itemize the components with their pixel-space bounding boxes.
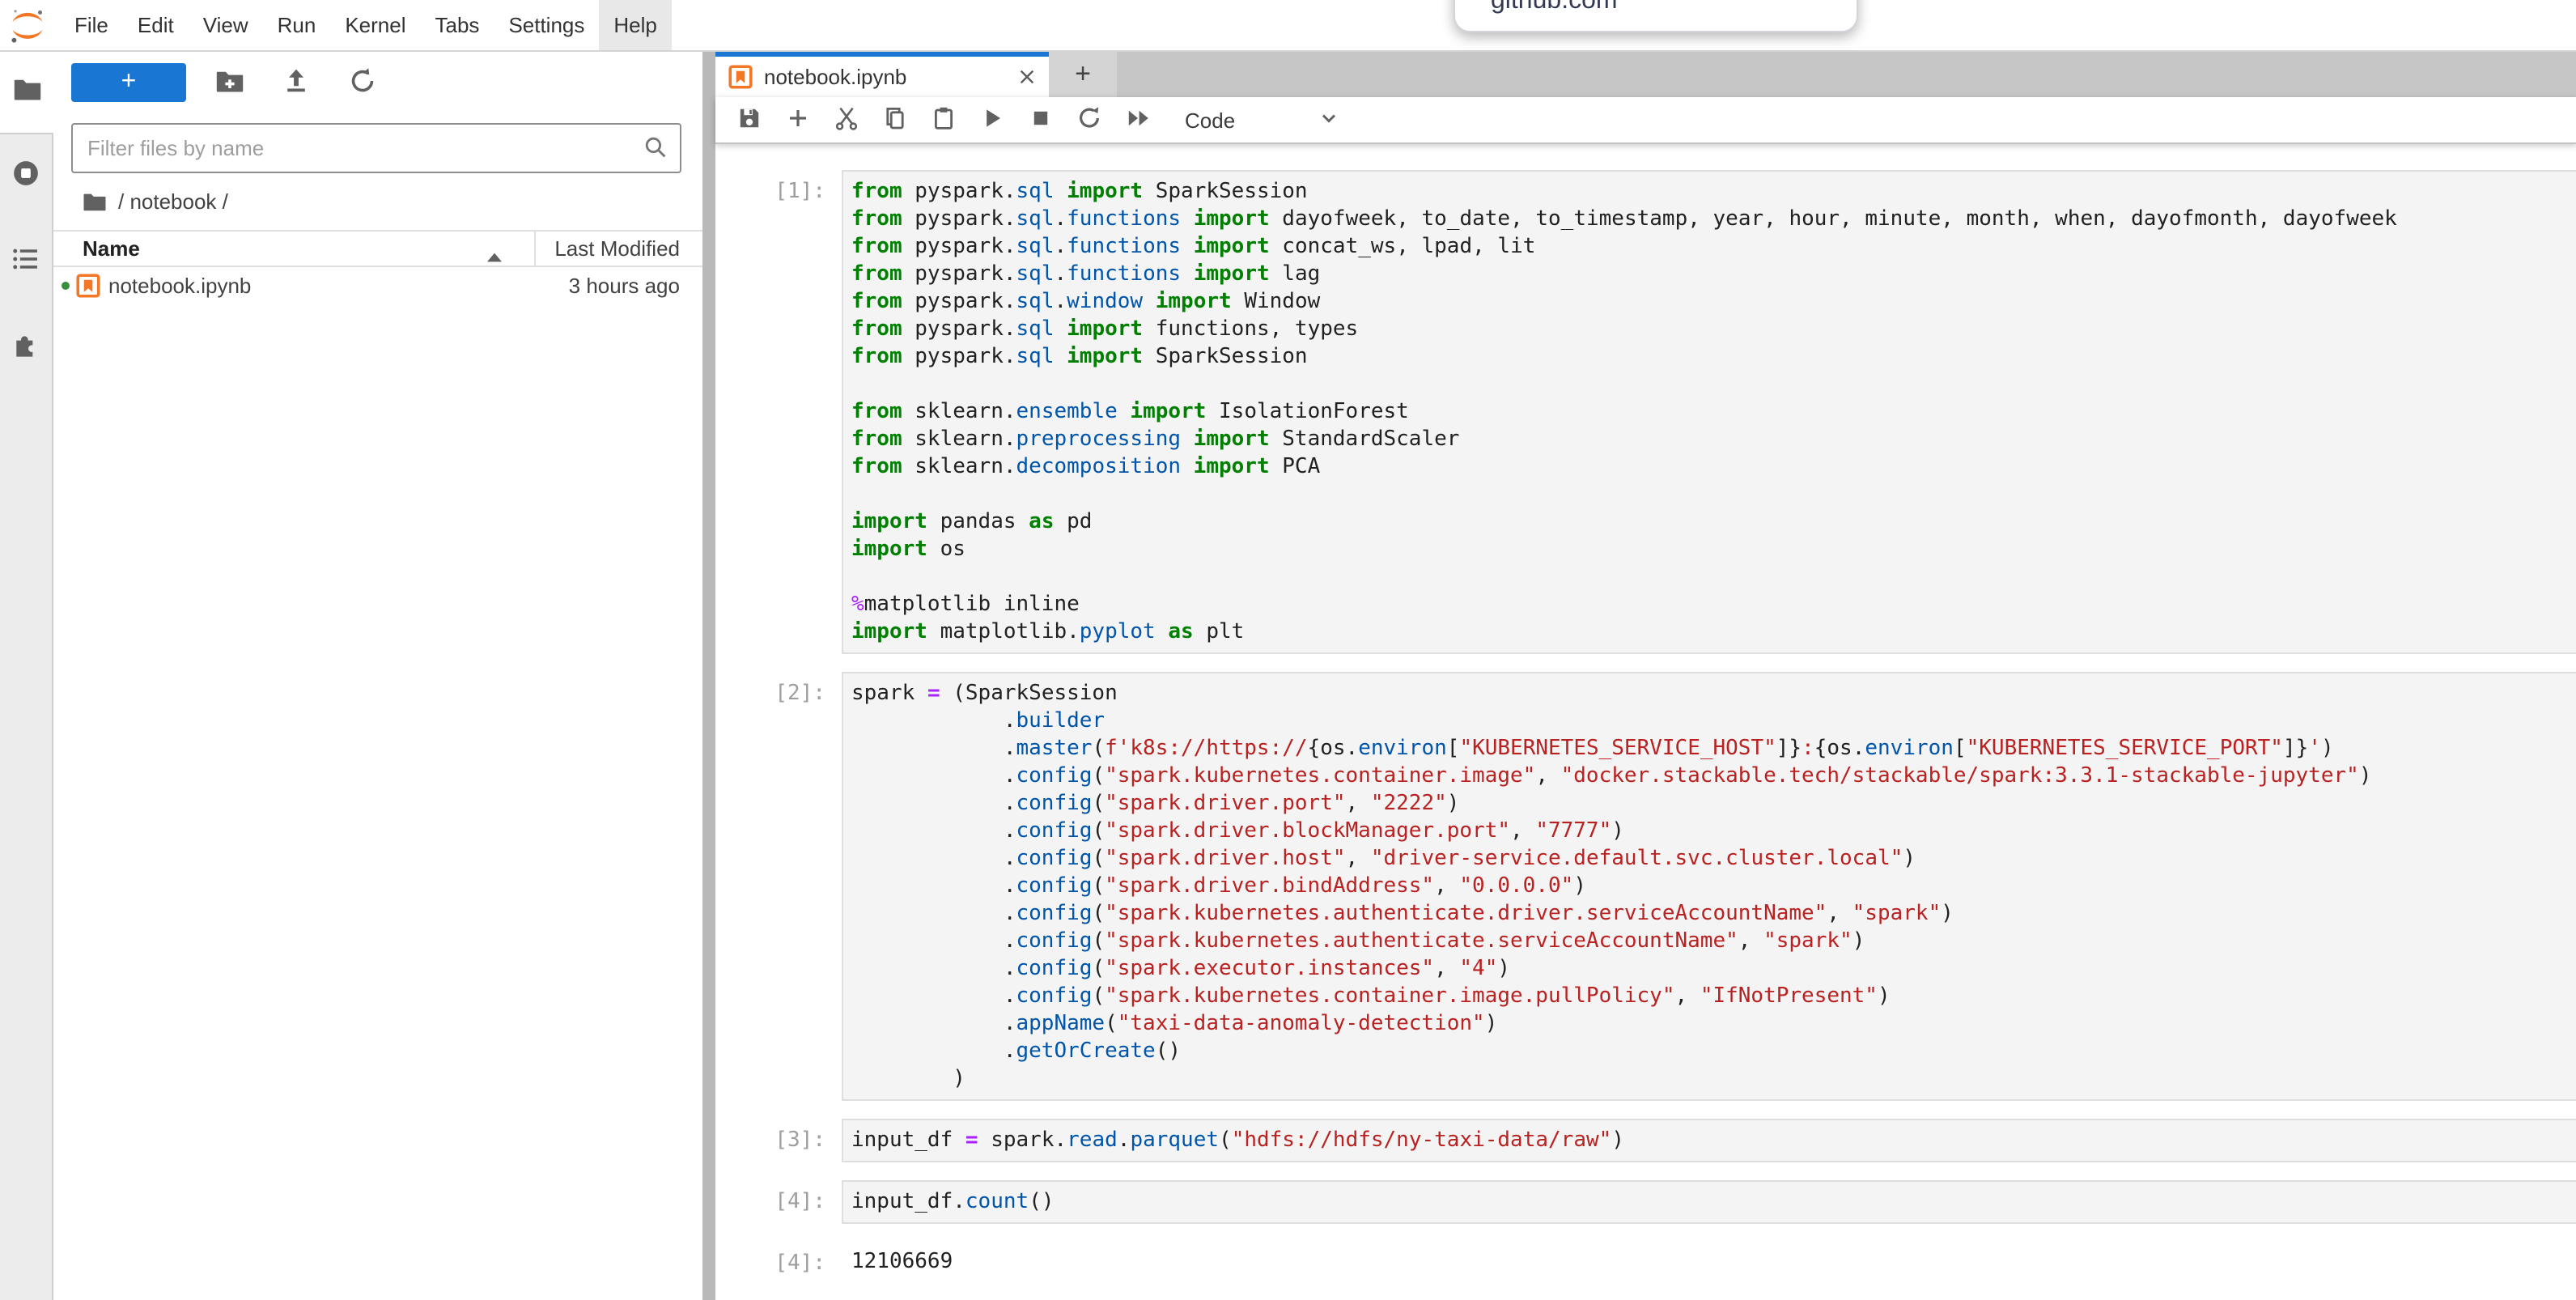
add-cell-button[interactable] — [774, 100, 822, 139]
column-last-modified[interactable]: Last Modified — [554, 236, 680, 261]
menubar: FileEditViewRunKernelTabsSettingsHelp — [0, 0, 2576, 52]
notebook-toolbar: Code — [715, 97, 2576, 144]
file-table-header: Name Last Modified — [53, 230, 702, 267]
file-row[interactable]: notebook.ipynb 3 hours ago — [53, 267, 702, 304]
tab-notebook[interactable]: notebook.ipynb — [715, 52, 1049, 97]
close-tab-icon[interactable] — [1013, 64, 1039, 90]
sidebar-tab-table-of-contents[interactable] — [11, 248, 40, 277]
sidebar-tab-running-kernels[interactable] — [11, 162, 40, 191]
interrupt-kernel-button[interactable] — [1016, 100, 1065, 139]
stop-icon — [1028, 104, 1054, 135]
code-cell: [1]:from pyspark.sql import SparkSession… — [715, 170, 2576, 654]
menu-kernel[interactable]: Kernel — [330, 0, 420, 50]
menu-help[interactable]: Help — [599, 0, 672, 50]
paste-icon — [931, 104, 957, 135]
save-button[interactable] — [725, 100, 774, 139]
run-cell-button[interactable] — [968, 100, 1016, 139]
new-folder-icon — [215, 66, 244, 100]
sort-ascending-icon[interactable] — [487, 243, 502, 267]
running-kernels-icon — [11, 158, 40, 195]
home-folder-icon[interactable] — [83, 189, 107, 214]
sidebar-tab-file-browser[interactable] — [0, 52, 53, 133]
add-cell-icon — [785, 104, 811, 135]
browser-popup[interactable]: github.com — [1454, 0, 1858, 32]
popup-domain-text[interactable]: github.com — [1491, 0, 1618, 16]
folder-icon — [12, 74, 41, 111]
jupyter-logo-icon — [8, 6, 47, 45]
refresh-button[interactable] — [340, 63, 385, 102]
extensions-icon — [11, 329, 40, 367]
notebook-scroll-area[interactable]: [1]:from pyspark.sql import SparkSession… — [715, 144, 2576, 1300]
cell-type-dropdown[interactable]: Code — [1185, 106, 1340, 134]
sidebar-tab-extensions[interactable] — [11, 333, 40, 363]
kernel-running-dot — [62, 282, 70, 290]
menu-settings[interactable]: Settings — [494, 0, 599, 50]
paste-cells-button[interactable] — [919, 100, 968, 139]
cell-prompt: [2]: — [715, 672, 842, 1101]
menu-edit[interactable]: Edit — [123, 0, 189, 50]
restart-run-all-button[interactable] — [1114, 100, 1162, 139]
cell-editor[interactable]: spark = (SparkSession .builder .master(f… — [842, 672, 2576, 1101]
menu-tabs[interactable]: Tabs — [421, 0, 494, 50]
left-sidebar — [0, 52, 53, 1300]
column-divider — [534, 232, 536, 266]
restart-kernel-icon — [1076, 104, 1102, 135]
cut-cells-button[interactable] — [822, 100, 871, 139]
run-icon — [979, 104, 1005, 135]
code-cell: [3]:input_df = spark.read.parquet("hdfs:… — [715, 1119, 2576, 1162]
new-folder-button[interactable] — [207, 63, 253, 102]
cell-editor[interactable]: input_df = spark.read.parquet("hdfs://hd… — [842, 1119, 2576, 1162]
panel-splitter[interactable] — [702, 52, 715, 1300]
output-area: [4]:12106669 — [715, 1242, 2576, 1282]
code-cell: [2]:spark = (SparkSession .builder .mast… — [715, 672, 2576, 1101]
filter-files-box — [71, 123, 681, 173]
notebook-file-icon — [728, 65, 753, 89]
dock-panel: notebook.ipynb + — [715, 52, 2576, 1300]
cell-prompt: [3]: — [715, 1119, 842, 1162]
copy-icon — [882, 104, 908, 135]
output-content: 12106669 — [842, 1242, 2576, 1282]
menu-view[interactable]: View — [189, 0, 263, 50]
breadcrumb-path: / notebook / — [118, 189, 228, 214]
breadcrumb[interactable]: / notebook / — [83, 188, 702, 215]
cell-editor[interactable]: from pyspark.sql import SparkSessionfrom… — [842, 170, 2576, 654]
chevron-down-icon — [1318, 106, 1340, 134]
file-name: notebook.ipynb — [108, 274, 251, 298]
cell-editor[interactable]: input_df.count() — [842, 1180, 2576, 1224]
upload-icon — [282, 66, 311, 100]
sidebar-tab-strip — [0, 133, 53, 1300]
file-browser-toolbar: + — [53, 52, 702, 104]
notebook-cells: [1]:from pyspark.sql import SparkSession… — [715, 170, 2576, 1282]
save-icon — [736, 104, 762, 135]
menu-file[interactable]: File — [60, 0, 123, 50]
filter-files-input[interactable] — [73, 136, 680, 160]
cell-type-label: Code — [1185, 108, 1235, 132]
file-listing: notebook.ipynb 3 hours ago — [53, 267, 702, 304]
menu-items: FileEditViewRunKernelTabsSettingsHelp — [60, 0, 672, 50]
cut-icon — [834, 104, 859, 135]
table-of-contents-icon — [11, 244, 40, 281]
refresh-icon — [348, 66, 377, 100]
fast-forward-icon — [1125, 104, 1151, 135]
tab-label: notebook.ipynb — [764, 65, 1013, 89]
new-tab-button[interactable]: + — [1049, 52, 1117, 97]
output-prompt: [4]: — [715, 1242, 842, 1282]
cell-prompt: [1]: — [715, 170, 842, 654]
new-launcher-button[interactable]: + — [71, 63, 186, 102]
menu-run[interactable]: Run — [263, 0, 331, 50]
restart-kernel-button[interactable] — [1065, 100, 1114, 139]
upload-button[interactable] — [274, 63, 319, 102]
notebook-file-icon — [76, 274, 100, 298]
search-icon — [643, 134, 668, 168]
cell-prompt: [4]: — [715, 1180, 842, 1224]
tab-bar: notebook.ipynb + — [715, 52, 2576, 97]
copy-cells-button[interactable] — [871, 100, 919, 139]
file-modified: 3 hours ago — [569, 274, 680, 298]
code-cell: [4]:input_df.count() — [715, 1180, 2576, 1224]
file-browser-panel: + / notebook / Name — [53, 52, 702, 1300]
column-name[interactable]: Name — [53, 236, 140, 261]
